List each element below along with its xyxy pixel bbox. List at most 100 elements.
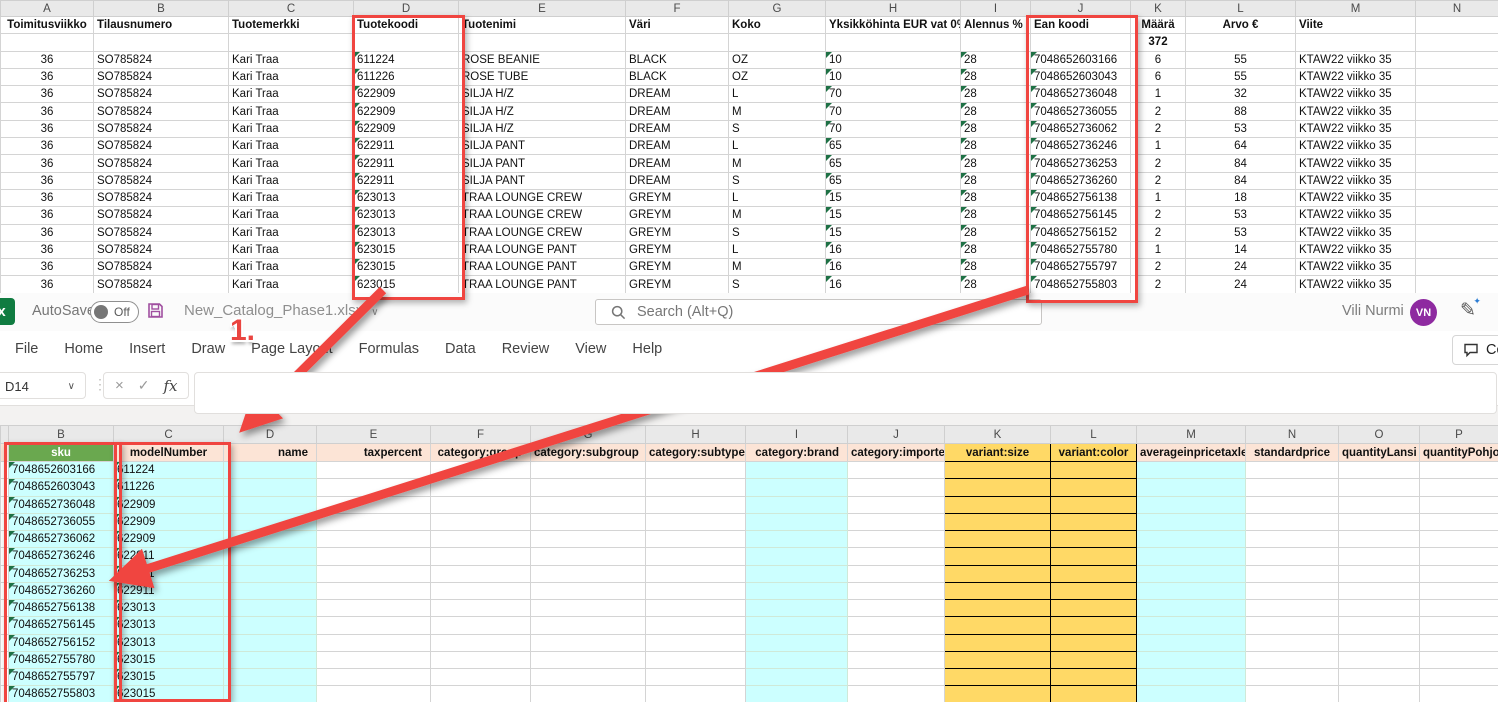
- cell[interactable]: [1051, 582, 1137, 599]
- column-header[interactable]: F: [626, 1, 729, 17]
- header-cell[interactable]: Tuotenimi: [459, 17, 626, 34]
- column-header[interactable]: A: [1, 1, 94, 17]
- cell[interactable]: TRAA LOUNGE CREW: [459, 189, 626, 206]
- column-header[interactable]: C: [114, 426, 224, 444]
- cell[interactable]: [1, 617, 9, 634]
- cell[interactable]: [1137, 462, 1246, 479]
- ribbon-tab-page-layout[interactable]: Page Layout: [238, 331, 345, 369]
- cell[interactable]: 623013: [354, 224, 459, 241]
- cell[interactable]: 55: [1186, 68, 1296, 85]
- cell[interactable]: SO785824: [94, 207, 229, 224]
- cell[interactable]: [746, 462, 848, 479]
- ribbon-tab-help[interactable]: Help: [619, 331, 675, 369]
- cell[interactable]: [224, 669, 317, 686]
- cell[interactable]: BLACK: [626, 51, 729, 68]
- cell[interactable]: 7048652755780: [1031, 241, 1131, 258]
- cell[interactable]: [531, 513, 646, 530]
- cell[interactable]: S: [729, 224, 826, 241]
- column-header[interactable]: E: [317, 426, 431, 444]
- column-header[interactable]: K: [945, 426, 1051, 444]
- cell[interactable]: 2: [1131, 276, 1186, 293]
- column-header[interactable]: E: [459, 1, 626, 17]
- cell[interactable]: 28: [961, 138, 1031, 155]
- cell[interactable]: [531, 531, 646, 548]
- cell[interactable]: [1137, 565, 1246, 582]
- cell[interactable]: SO785824: [94, 155, 229, 172]
- cell[interactable]: GREYM: [626, 276, 729, 293]
- header-cell[interactable]: category:subgroup: [531, 444, 646, 462]
- cell[interactable]: OZ: [729, 68, 826, 85]
- header-cell[interactable]: Alennus %: [961, 17, 1031, 34]
- cell[interactable]: KTAW22 viikko 35: [1296, 51, 1416, 68]
- cell[interactable]: [646, 686, 746, 702]
- cell[interactable]: 7048652755797: [9, 669, 114, 686]
- column-header[interactable]: G: [531, 426, 646, 444]
- cell[interactable]: SO785824: [94, 68, 229, 85]
- cell[interactable]: KTAW22 viikko 35: [1296, 138, 1416, 155]
- cell[interactable]: 28: [961, 241, 1031, 258]
- cell[interactable]: [1339, 600, 1420, 617]
- header-cell[interactable]: Tuotekoodi: [354, 17, 459, 34]
- cell[interactable]: 622911: [114, 582, 224, 599]
- cell[interactable]: [1420, 565, 1498, 582]
- cell[interactable]: [1339, 634, 1420, 651]
- cell[interactable]: [848, 600, 945, 617]
- cell[interactable]: [94, 34, 229, 51]
- cell[interactable]: Kari Traa: [229, 120, 354, 137]
- cell[interactable]: [1137, 651, 1246, 668]
- cell[interactable]: [1246, 548, 1339, 565]
- header-cell[interactable]: Ean koodi: [1031, 17, 1131, 34]
- cell[interactable]: [945, 565, 1051, 582]
- cell[interactable]: 16: [826, 259, 961, 276]
- avatar[interactable]: VN: [1410, 299, 1437, 326]
- cell[interactable]: [1051, 548, 1137, 565]
- cell[interactable]: [848, 479, 945, 496]
- cell[interactable]: 36: [1, 138, 94, 155]
- cell[interactable]: [1137, 582, 1246, 599]
- cell[interactable]: 7048652736062: [9, 531, 114, 548]
- cell[interactable]: [646, 617, 746, 634]
- cell[interactable]: [1137, 669, 1246, 686]
- cell[interactable]: 2: [1131, 224, 1186, 241]
- cell[interactable]: M: [729, 259, 826, 276]
- cell[interactable]: [431, 496, 531, 513]
- cell[interactable]: [1416, 189, 1498, 206]
- cell[interactable]: [945, 617, 1051, 634]
- cell[interactable]: [746, 600, 848, 617]
- cell[interactable]: [1246, 634, 1339, 651]
- cell[interactable]: [729, 34, 826, 51]
- cell[interactable]: [1339, 686, 1420, 702]
- cell[interactable]: 24: [1186, 259, 1296, 276]
- cell[interactable]: [1246, 651, 1339, 668]
- cell[interactable]: 611226: [354, 68, 459, 85]
- header-cell[interactable]: quantityLansi: [1339, 444, 1420, 462]
- cell[interactable]: [848, 582, 945, 599]
- cancel-entry-icon[interactable]: ×: [115, 377, 124, 394]
- cell[interactable]: [1416, 86, 1498, 103]
- header-cell[interactable]: Toimitusviikko: [1, 17, 94, 34]
- cell[interactable]: 28: [961, 103, 1031, 120]
- cell[interactable]: [945, 548, 1051, 565]
- cell[interactable]: [531, 651, 646, 668]
- cell[interactable]: SO785824: [94, 120, 229, 137]
- ribbon-tab-insert[interactable]: Insert: [116, 331, 178, 369]
- cell[interactable]: [746, 513, 848, 530]
- cell[interactable]: [531, 496, 646, 513]
- cell[interactable]: 7048652736048: [9, 496, 114, 513]
- cell[interactable]: 36: [1, 86, 94, 103]
- cell[interactable]: [317, 565, 431, 582]
- cell[interactable]: 28: [961, 86, 1031, 103]
- cell[interactable]: [1420, 513, 1498, 530]
- header-cell[interactable]: Koko: [729, 17, 826, 34]
- cell[interactable]: 622911: [354, 138, 459, 155]
- cell[interactable]: 623015: [354, 276, 459, 293]
- cell[interactable]: [1137, 531, 1246, 548]
- cell[interactable]: [459, 34, 626, 51]
- cell[interactable]: [1, 531, 9, 548]
- cell[interactable]: [626, 34, 729, 51]
- search-input[interactable]: Search (Alt+Q): [595, 299, 1042, 325]
- cell[interactable]: [746, 531, 848, 548]
- cell[interactable]: [945, 582, 1051, 599]
- cell[interactable]: [1, 548, 9, 565]
- cell[interactable]: 36: [1, 207, 94, 224]
